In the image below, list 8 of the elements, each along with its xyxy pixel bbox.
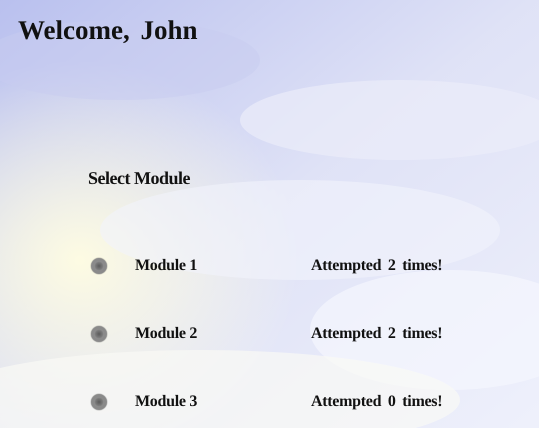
module-label[interactable]: Module 2 — [135, 325, 311, 343]
module-label[interactable]: Module 3 — [135, 393, 311, 411]
attempts-text: Attempted 2 times! — [311, 325, 442, 343]
section-heading: Select Module — [88, 168, 191, 189]
module-label[interactable]: Module 1 — [135, 257, 311, 275]
attempts-text: Attempted 0 times! — [311, 393, 442, 411]
attempts-text: Attempted 2 times! — [311, 257, 442, 275]
page-title: Welcome, John — [18, 14, 198, 46]
